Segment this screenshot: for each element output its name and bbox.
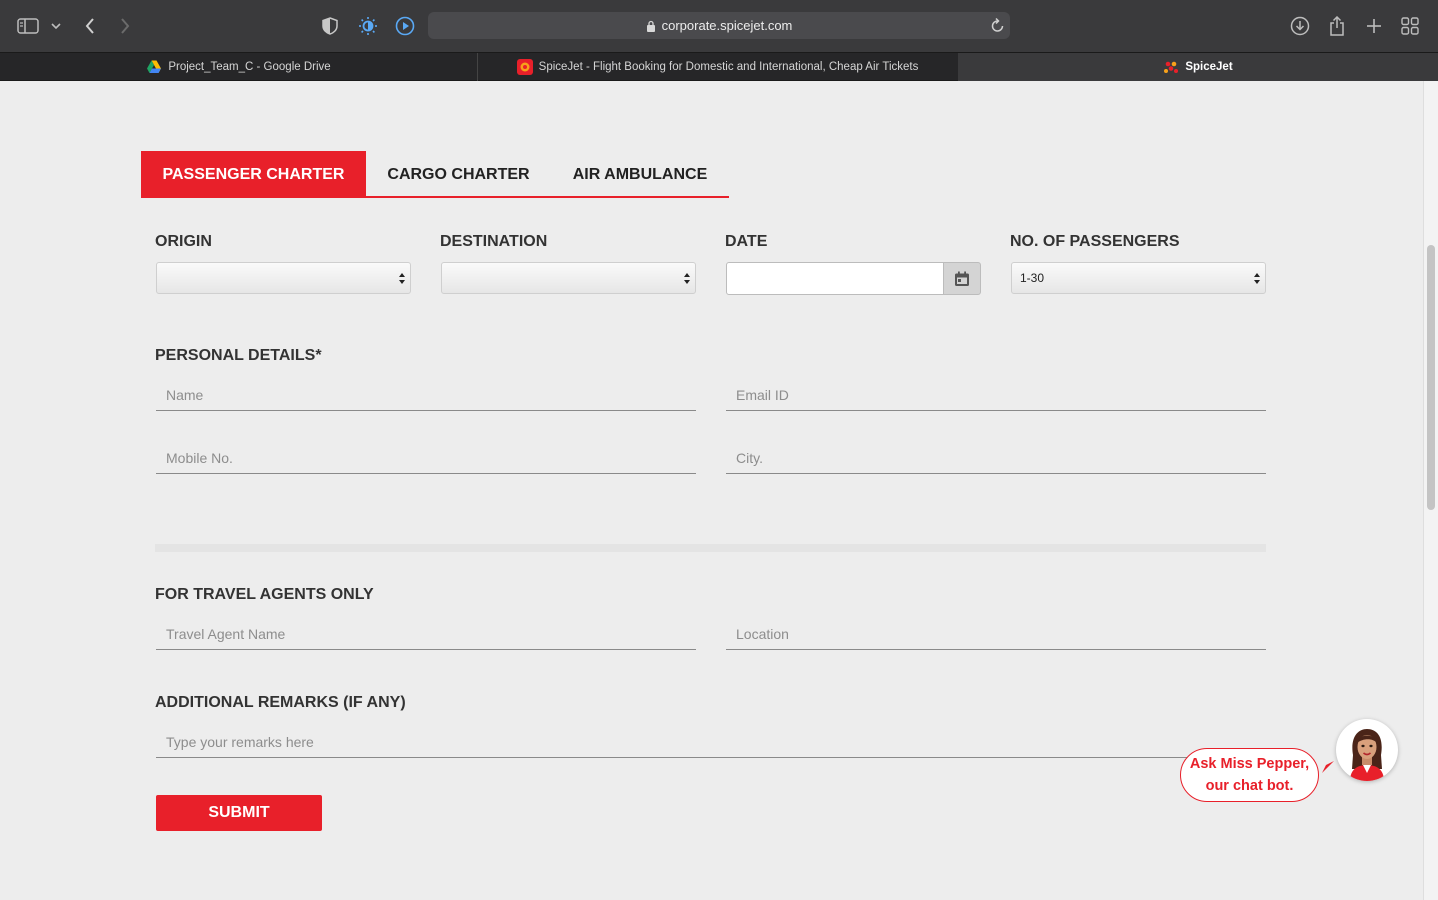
play-icon[interactable]: [393, 14, 417, 38]
url-text: corporate.spicejet.com: [661, 18, 793, 33]
select-arrows-icon: [399, 273, 405, 284]
scrollbar-thumb[interactable]: [1427, 245, 1435, 510]
select-arrows-icon: [684, 273, 690, 284]
chevron-down-icon[interactable]: [45, 14, 67, 38]
tab-cargo-charter[interactable]: CARGO CHARTER: [366, 151, 551, 198]
miss-pepper-avatar-icon: [1350, 729, 1384, 781]
mobile-field[interactable]: Mobile No.: [156, 442, 696, 474]
browser-tab-spicejet-booking[interactable]: SpiceJet - Flight Booking for Domestic a…: [478, 53, 957, 81]
bubble-pointer-icon: [1322, 761, 1334, 773]
origin-label: ORIGIN: [155, 233, 212, 250]
page-content: PASSENGER CHARTER CARGO CHARTER AIR AMBU…: [0, 81, 1423, 900]
reload-icon[interactable]: [991, 17, 1005, 33]
select-arrows-icon: [1254, 273, 1260, 284]
brightness-icon[interactable]: [356, 14, 380, 38]
remarks-heading: ADDITIONAL REMARKS (IF ANY): [155, 694, 406, 711]
browser-tab-google-drive[interactable]: Project_Team_C - Google Drive: [0, 53, 477, 81]
date-label: DATE: [725, 233, 768, 250]
spicejet-favicon-icon: [516, 59, 533, 75]
passengers-select[interactable]: 1-30: [1011, 262, 1266, 294]
personal-details-heading: PERSONAL DETAILS*: [155, 347, 322, 364]
new-tab-icon[interactable]: [1362, 14, 1386, 38]
email-field[interactable]: Email ID: [726, 379, 1266, 411]
location-field[interactable]: Location: [726, 618, 1266, 650]
download-icon[interactable]: [1288, 14, 1312, 38]
passengers-label: NO. OF PASSENGERS: [1010, 233, 1180, 250]
destination-select[interactable]: [441, 262, 696, 294]
browser-tab-label: SpiceJet - Flight Booking for Domestic a…: [538, 61, 919, 73]
travel-agent-name-field[interactable]: Travel Agent Name: [156, 618, 696, 650]
destination-label: DESTINATION: [440, 233, 548, 250]
browser-tab-label: Project_Team_C - Google Drive: [168, 61, 331, 73]
browser-tab-bar: Project_Team_C - Google Drive SpiceJet -…: [0, 52, 1438, 81]
google-drive-icon: [147, 60, 162, 73]
origin-select[interactable]: [156, 262, 411, 294]
browser-tab-spicejet[interactable]: SpiceJet: [958, 53, 1438, 81]
submit-button[interactable]: SUBMIT: [156, 795, 322, 831]
tab-air-ambulance[interactable]: AIR AMBULANCE: [551, 151, 729, 198]
tab-passenger-charter[interactable]: PASSENGER CHARTER: [141, 151, 366, 198]
remarks-field[interactable]: Type your remarks here: [156, 726, 1266, 758]
tab-overview-icon[interactable]: [1398, 14, 1422, 38]
chatbot-line-2: our chat bot.: [1205, 778, 1294, 794]
browser-tab-label: SpiceJet: [1185, 61, 1233, 73]
tabs-underline: [366, 196, 729, 198]
calendar-icon: [955, 271, 969, 286]
chatbot-line-1: Ask Miss Pepper,: [1189, 756, 1310, 772]
passengers-select-value: 1-30: [1020, 271, 1045, 285]
date-input[interactable]: [726, 262, 944, 295]
chatbot-bubble[interactable]: Ask Miss Pepper, our chat bot.: [1180, 748, 1319, 802]
section-divider: [155, 544, 1266, 552]
travel-agents-heading: FOR TRAVEL AGENTS ONLY: [155, 586, 374, 603]
city-field[interactable]: City.: [726, 442, 1266, 474]
spicejet-logo-icon: [1164, 61, 1179, 73]
address-bar[interactable]: corporate.spicejet.com: [428, 12, 1010, 39]
browser-toolbar: corporate.spicejet.com: [0, 0, 1438, 52]
lock-icon: [646, 20, 655, 32]
chatbot-avatar[interactable]: [1336, 719, 1398, 781]
sidebar-toggle-icon[interactable]: [16, 14, 40, 38]
calendar-button[interactable]: [943, 262, 981, 295]
forward-icon[interactable]: [113, 14, 137, 38]
name-field[interactable]: Name: [156, 379, 696, 411]
share-icon[interactable]: [1325, 14, 1349, 38]
back-icon[interactable]: [78, 14, 102, 38]
shield-icon[interactable]: [318, 14, 342, 38]
